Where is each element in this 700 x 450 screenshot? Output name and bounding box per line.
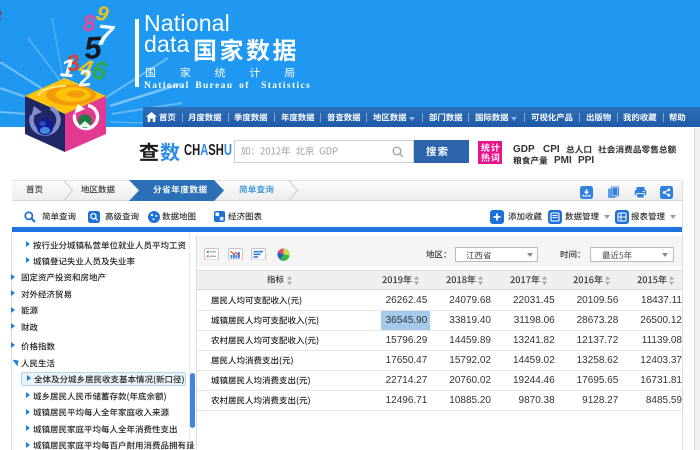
- svg-text:8: 8: [0, 7, 2, 26]
- svg-text:3: 3: [0, 55, 1, 71]
- svg-text:2: 2: [76, 64, 92, 91]
